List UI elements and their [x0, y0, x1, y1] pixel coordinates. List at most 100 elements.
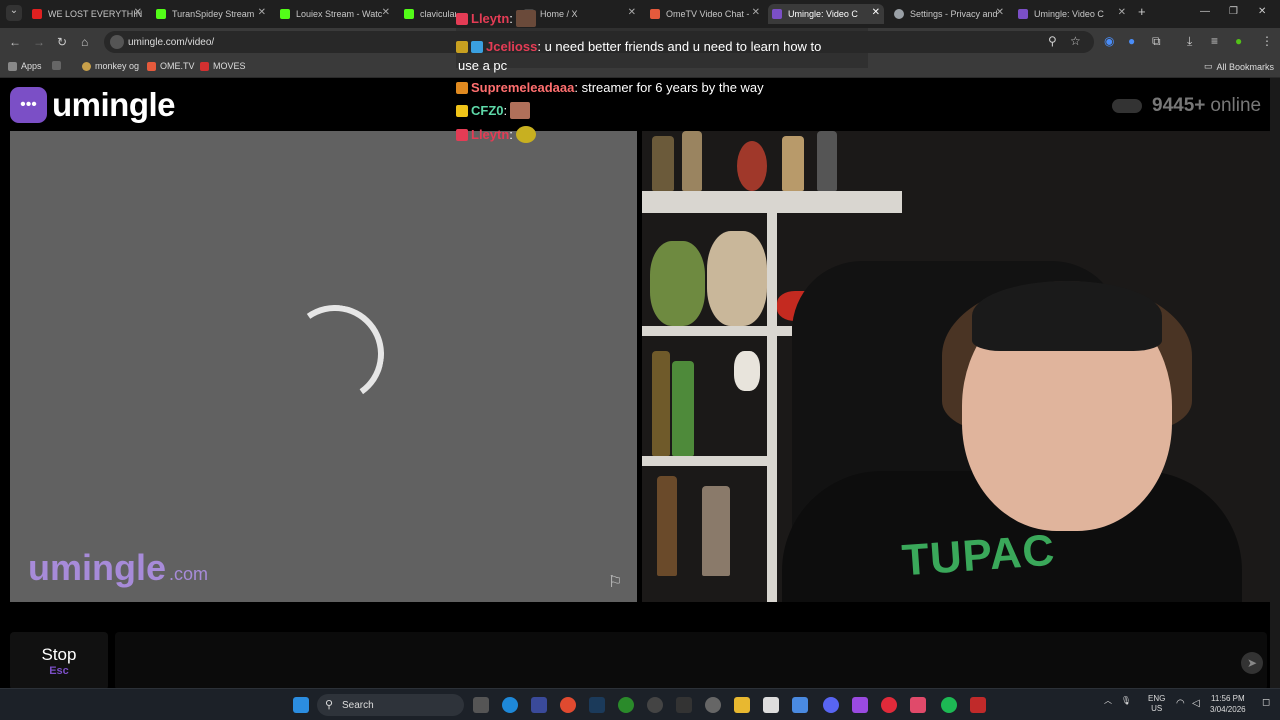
settings-icon — [894, 9, 904, 19]
app-icon[interactable] — [852, 697, 868, 713]
minimize-icon[interactable]: — — [1200, 6, 1210, 17]
wifi-icon[interactable]: ◠ — [1176, 698, 1185, 709]
close-icon[interactable]: ✕ — [1118, 7, 1126, 18]
windows-taskbar: ⚲ Search ︿ 🎙 ENG US ◠ ◁ 11:56 PM 3/04/20… — [0, 688, 1280, 720]
close-icon[interactable]: ✕ — [134, 7, 142, 18]
close-icon[interactable]: ✕ — [258, 7, 266, 18]
app-icon[interactable] — [970, 697, 986, 713]
start-icon[interactable] — [293, 697, 309, 713]
chrome-icon[interactable] — [560, 697, 576, 713]
chat-sep: : — [509, 11, 513, 26]
mic-icon[interactable]: 🎙 — [1121, 696, 1131, 705]
app-icon[interactable] — [647, 697, 663, 713]
extension-icon[interactable]: ◉ — [1104, 34, 1114, 48]
tab-8[interactable]: Settings - Privacy and ✕ — [890, 4, 1008, 24]
store-icon[interactable] — [763, 697, 779, 713]
bookmark-monkey[interactable]: monkey og — [82, 61, 139, 71]
file-explorer-icon[interactable] — [734, 697, 750, 713]
media-icon[interactable]: ≡ — [1211, 34, 1218, 48]
plush-toy — [707, 231, 767, 326]
send-icon[interactable]: ➤ — [1241, 652, 1263, 674]
forward-icon[interactable]: → — [33, 35, 45, 49]
monkey-icon — [82, 61, 91, 71]
bookmark-label: MOVES — [213, 61, 246, 71]
extension-icon[interactable]: ● — [1128, 34, 1135, 48]
stream-chat-overlay: Lleytn: Jcelioss: u need better friends … — [456, 10, 868, 144]
message-input[interactable]: ➤ — [115, 632, 1267, 690]
badge-icon — [456, 128, 468, 141]
notification-icon[interactable]: ◻ — [1262, 697, 1270, 708]
reload-icon[interactable]: ↻ — [57, 35, 67, 49]
toggle-switch[interactable] — [1112, 99, 1142, 113]
menu-icon[interactable]: ⋮ — [1261, 34, 1273, 48]
chat-username: Lleytn — [471, 11, 510, 26]
all-bookmarks[interactable]: ▭ All Bookmarks — [1204, 61, 1274, 72]
crown-icon — [456, 104, 468, 117]
extensions-puzzle-icon[interactable]: ⧉ — [1152, 34, 1161, 49]
chat-username: Jcelioss — [486, 39, 538, 54]
clock-date: 3/04/2026 — [1210, 705, 1246, 714]
umingle-logo[interactable]: ••• umingle — [10, 86, 176, 124]
app-icon[interactable] — [676, 697, 692, 713]
discord-icon[interactable] — [823, 697, 839, 713]
close-icon[interactable]: ✕ — [996, 7, 1004, 18]
profile-avatar-icon[interactable]: ● — [1235, 34, 1242, 48]
tab-4[interactable]: clavicular Stream — [400, 4, 456, 24]
tab-label: WE LOST EVERYTHIN — [48, 9, 143, 19]
close-icon[interactable]: ✕ — [872, 7, 880, 18]
tray-chevron-icon[interactable]: ︿ — [1104, 696, 1112, 705]
new-tab-button[interactable]: + — [1138, 4, 1146, 19]
edge-icon[interactable] — [502, 697, 518, 713]
chat-sep: : — [503, 103, 508, 118]
home-icon[interactable]: ⌂ — [81, 35, 88, 49]
site-info-icon[interactable] — [110, 35, 124, 49]
tab-label: Louiex Stream - Watc — [296, 9, 383, 19]
spotify-icon[interactable] — [941, 697, 957, 713]
steam-icon[interactable] — [589, 697, 605, 713]
region-text: US — [1151, 704, 1163, 713]
back-icon[interactable]: ← — [9, 35, 21, 49]
close-window-icon[interactable]: ✕ — [1258, 6, 1266, 17]
close-icon[interactable]: ✕ — [382, 7, 390, 18]
language-indicator[interactable]: ENG US — [1148, 694, 1165, 714]
chat-text: streamer for 6 years by the way — [581, 80, 764, 95]
stop-button[interactable]: Stop Esc — [10, 632, 108, 690]
123-icon — [200, 61, 209, 71]
kick-icon — [280, 9, 290, 19]
zoom-icon[interactable]: ⚲ — [1048, 34, 1057, 48]
bottle — [672, 361, 694, 456]
app-icon[interactable] — [531, 697, 547, 713]
watermark-domain: .com — [169, 564, 209, 584]
url-text: umingle.com/video/ — [128, 36, 215, 48]
bookmark-ometv[interactable]: OME.TV — [147, 61, 195, 71]
tab-9[interactable]: Umingle: Video C ✕ — [1014, 4, 1130, 24]
maximize-icon[interactable]: ❐ — [1229, 6, 1238, 17]
bookmark-grid[interactable] — [52, 61, 61, 70]
settings-gear-icon[interactable] — [705, 697, 721, 713]
bookmark-moves[interactable]: MOVES — [200, 61, 246, 71]
app-icon[interactable] — [792, 697, 808, 713]
taskbar-clock[interactable]: 11:56 PM 3/04/2026 — [1210, 693, 1246, 715]
bookmark-star-icon[interactable]: ☆ — [1070, 34, 1081, 48]
tab-2[interactable]: TuranSpidey Stream ✕ — [152, 4, 270, 24]
page-scrollbar[interactable] — [1270, 78, 1280, 688]
chat-message: Lleytn: — [456, 9, 868, 28]
tab-1[interactable]: WE LOST EVERYTHIN ✕ — [28, 4, 146, 24]
xbox-icon[interactable] — [618, 697, 634, 713]
report-flag-icon[interactable]: ⚐ — [608, 572, 622, 592]
bookmark-apps[interactable]: Apps — [8, 61, 42, 71]
taskbar-search[interactable]: ⚲ Search — [317, 694, 464, 716]
bookmark-label: Apps — [21, 61, 42, 71]
app-icon[interactable] — [881, 697, 897, 713]
bottle — [782, 136, 804, 191]
download-icon[interactable]: ⤓ — [1187, 34, 1192, 49]
lang-text: ENG — [1148, 694, 1166, 703]
app-icon[interactable] — [910, 697, 926, 713]
chat-message-cont: use a pc — [458, 56, 868, 75]
stop-shortcut: Esc — [49, 665, 69, 677]
volume-icon[interactable]: ◁ — [1192, 698, 1200, 709]
task-view-icon[interactable] — [473, 697, 489, 713]
tab-3[interactable]: Louiex Stream - Watc ✕ — [276, 4, 394, 24]
chat-message: Supremeleadaaa: streamer for 6 years by … — [456, 78, 868, 97]
tab-search-button[interactable]: ⌄ — [6, 5, 22, 21]
